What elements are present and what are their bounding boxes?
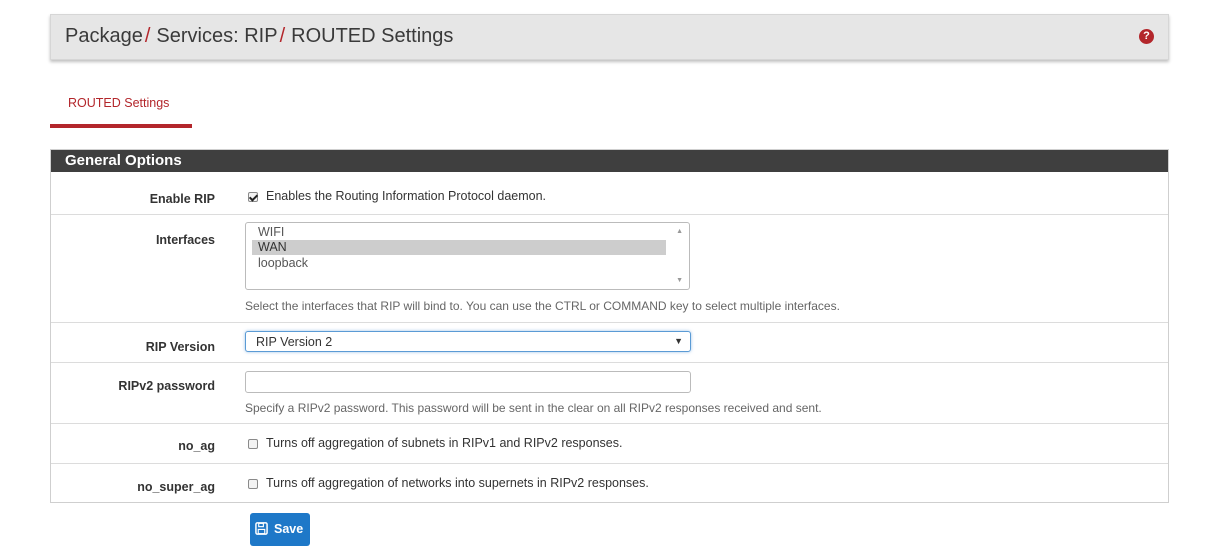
scroll-up-icon[interactable]: ▲	[676, 228, 683, 235]
save-button-label: Save	[274, 522, 304, 536]
scroll-down-icon[interactable]: ▼	[676, 277, 683, 284]
rip-version-label: RIP Version	[145, 340, 215, 354]
breadcrumb-item-routed-settings[interactable]: ROUTED Settings	[291, 25, 453, 47]
interfaces-label: Interfaces	[155, 233, 215, 247]
general-options-panel: General Options Enable RIP Enables the R…	[50, 149, 1169, 503]
enable-rip-label: Enable RIP	[149, 192, 215, 206]
enable-rip-text: Enables the Routing Information Protocol…	[266, 189, 547, 203]
ripv2-password-help-text: Specify a RIPv2 password. This password …	[245, 401, 822, 415]
breadcrumb-item-services-rip[interactable]: Services: RIP	[156, 25, 277, 47]
no-ag-checkbox[interactable]	[248, 439, 258, 449]
row-enable-rip: Enable RIP Enables the Routing Informati…	[51, 172, 1168, 215]
interface-option-wifi[interactable]: WIFI	[252, 225, 652, 240]
enable-rip-checkbox[interactable]	[248, 192, 258, 202]
breadcrumb-separator: /	[279, 25, 286, 47]
row-no-ag: no_ag Turns off aggregation of subnets i…	[51, 424, 1168, 464]
chevron-down-icon: ▼	[674, 336, 683, 346]
page-header: Package / Services: RIP / ROUTED Settings ?	[50, 14, 1169, 60]
panel-title: General Options	[51, 150, 1168, 172]
row-ripv2-password: RIPv2 password Specify a RIPv2 password.…	[51, 363, 1168, 424]
breadcrumb-item-package[interactable]: Package	[65, 25, 143, 47]
tab-routed-settings[interactable]: ROUTED Settings	[50, 90, 192, 128]
breadcrumb: Package / Services: RIP / ROUTED Settings	[65, 25, 453, 48]
interfaces-listbox[interactable]: WIFI WAN loopback ▲ ▼	[245, 222, 690, 290]
interfaces-help-text: Select the interfaces that RIP will bind…	[245, 299, 840, 313]
breadcrumb-separator: /	[144, 25, 151, 47]
interface-option-loopback[interactable]: loopback	[252, 256, 652, 271]
save-button[interactable]: Save	[250, 513, 310, 546]
row-no-super-ag: no_super_ag Turns off aggregation of net…	[51, 464, 1168, 502]
row-interfaces: Interfaces WIFI WAN loopback ▲ ▼ Select …	[51, 215, 1168, 323]
no-super-ag-text: Turns off aggregation of networks into s…	[266, 476, 649, 490]
rip-version-select[interactable]: RIP Version 2 ▼	[245, 331, 691, 352]
interface-option-wan[interactable]: WAN	[252, 240, 666, 255]
tab-label: ROUTED Settings	[68, 96, 170, 110]
floppy-disk-icon	[255, 522, 268, 535]
rip-version-value: RIP Version 2	[256, 335, 333, 349]
no-super-ag-label: no_super_ag	[137, 480, 215, 494]
ripv2-password-input[interactable]	[245, 371, 691, 393]
no-ag-label: no_ag	[178, 439, 215, 453]
no-super-ag-checkbox[interactable]	[248, 479, 258, 489]
ripv2-password-label: RIPv2 password	[118, 379, 215, 393]
no-ag-text: Turns off aggregation of subnets in RIPv…	[266, 436, 623, 450]
row-rip-version: RIP Version RIP Version 2 ▼	[51, 323, 1168, 363]
question-circle-icon[interactable]: ?	[1139, 29, 1154, 44]
